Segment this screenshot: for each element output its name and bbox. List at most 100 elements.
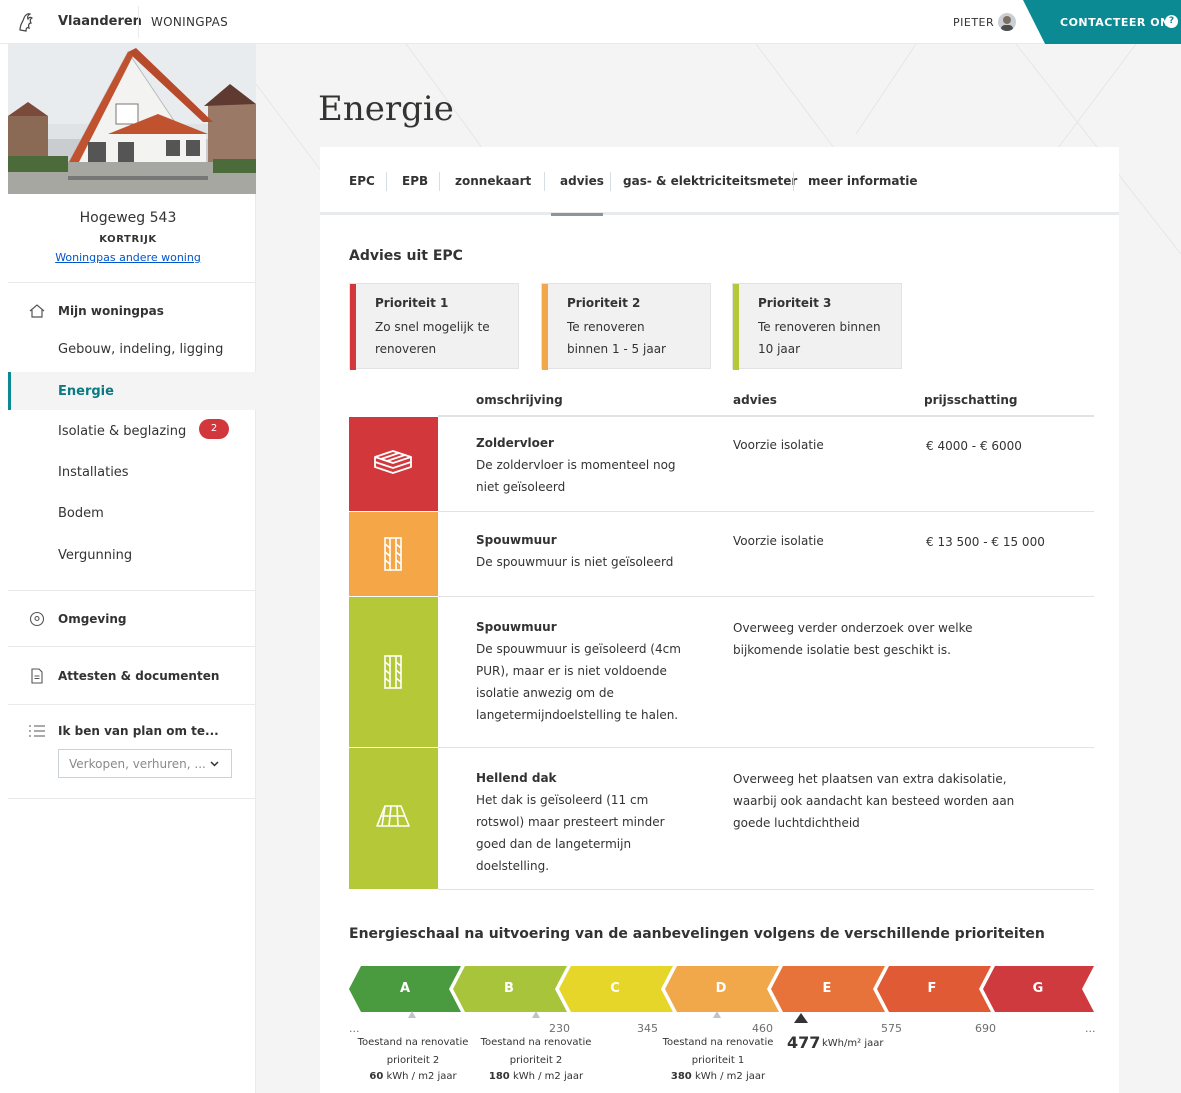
renovation-label: Toestand na renovatie prioriteit 2 — [480, 1037, 592, 1066]
sidebar-item-installations[interactable]: Installaties — [58, 465, 129, 480]
list-icon — [29, 725, 45, 737]
pitched-roof-icon — [376, 805, 410, 827]
nav-surroundings-label: Omgeving — [58, 612, 127, 626]
row-2-desc: De spouwmuur is niet geïsoleerd — [476, 555, 674, 569]
sidebar: Hogeweg 543 KORTRIJK Woningpas andere wo… — [0, 44, 256, 1093]
tab-advice[interactable]: advies — [560, 174, 604, 188]
cavity-wall-icon — [384, 655, 402, 689]
contact-button[interactable]: CONTACTEER ONS ? — [1023, 0, 1181, 44]
energy-class-b: B — [504, 981, 514, 996]
document-icon — [31, 668, 43, 684]
cavity-wall-icon — [384, 537, 402, 571]
renovation-value: 180 kWh / m2 jaar — [488, 1071, 584, 1082]
energy-card: EPC EPB zonnekaart advies gas- & elektri… — [320, 147, 1119, 1093]
plans-select[interactable]: Verkopen, verhuren, ... — [58, 749, 232, 778]
brand-name[interactable]: Vlaanderen — [58, 14, 142, 29]
renovation-marker — [532, 1011, 540, 1018]
row-2-title: Spouwmuur — [476, 533, 557, 547]
chevron-down-icon — [210, 761, 219, 767]
tab-divider — [544, 172, 545, 191]
table-row-color-bar — [349, 512, 438, 596]
tab-solar-map[interactable]: zonnekaart — [455, 174, 531, 188]
home-icon — [29, 304, 45, 318]
nav-documents[interactable]: Attesten & documenten — [28, 667, 219, 685]
priority-1-title: Prioriteit 1 — [375, 296, 449, 310]
house-photo — [8, 44, 256, 194]
contact-label: CONTACTEER ONS — [1060, 16, 1179, 29]
priority-3-title: Prioriteit 3 — [758, 296, 832, 310]
nav-home-label: Mijn woningpas — [58, 304, 164, 318]
row-2-price: € 13 500 - € 15 000 — [926, 535, 1045, 549]
row-divider — [438, 747, 1094, 748]
tab-epc[interactable]: EPC — [349, 174, 375, 188]
row-1-title: Zoldervloer — [476, 436, 554, 450]
row-4-title: Hellend dak — [476, 771, 557, 785]
tab-epb[interactable]: EPB — [402, 174, 428, 188]
avatar[interactable] — [998, 13, 1016, 31]
app-name[interactable]: WONINGPAS — [151, 15, 228, 29]
priority-2-bar — [542, 284, 548, 370]
energy-scale-title: Energieschaal na uitvoering van de aanbe… — [349, 926, 1045, 942]
address-city: KORTRIJK — [99, 234, 157, 245]
advice-section-title: Advies uit EPC — [349, 248, 463, 264]
row-1-price: € 4000 - € 6000 — [926, 439, 1022, 453]
user-avatar-icon — [1001, 16, 1013, 31]
priority-2-desc: Te renoveren binnen 1 - 5 jaar — [567, 320, 666, 356]
priority-2-card: Prioriteit 2 Te renoveren binnen 1 - 5 j… — [541, 283, 711, 370]
scale-tick: 345 — [637, 1022, 658, 1035]
tab-divider — [439, 172, 440, 191]
row-3-desc: De spouwmuur is geïsoleerd (4cm PUR), ma… — [476, 642, 681, 722]
priority-3-card: Prioriteit 3 Te renoveren binnen 10 jaar — [732, 283, 902, 370]
divider — [8, 646, 256, 647]
nav-home[interactable]: Mijn woningpas — [28, 302, 164, 320]
floor-insulation-icon — [374, 450, 412, 474]
nav-documents-label: Attesten & documenten — [58, 669, 220, 683]
tab-more-info[interactable]: meer informatie — [808, 174, 918, 188]
renovation-label: Toestand na renovatie prioriteit 2 — [357, 1037, 469, 1066]
table-row-color-bar — [349, 417, 438, 511]
top-bar: Vlaanderen WONINGPAS PIETER CONTACTEER O… — [0, 0, 1181, 44]
table-row-color-bar — [349, 597, 438, 747]
current-value-marker — [794, 1013, 808, 1023]
renovation-value: 380 kWh / m2 jaar — [670, 1071, 766, 1082]
help-icon: ? — [1165, 15, 1178, 28]
user-name[interactable]: PIETER — [953, 16, 994, 29]
nav-plans-label: Ik ben van plan om te... — [58, 724, 219, 738]
priority-3-desc: Te renoveren binnen 10 jaar — [758, 320, 881, 356]
energy-class-a: A — [399, 981, 411, 996]
sidebar-item-soil[interactable]: Bodem — [58, 506, 104, 521]
row-divider — [438, 596, 1094, 597]
current-energy-unit: kWh/m² jaar — [822, 1038, 884, 1049]
row-divider — [438, 511, 1094, 512]
energy-class-g: G — [1032, 981, 1044, 996]
table-row-color-bar — [349, 748, 438, 889]
tab-bar: EPC EPB zonnekaart advies gas- & elektri… — [320, 147, 1119, 215]
scale-tick: ... — [1085, 1022, 1096, 1035]
tab-divider — [386, 172, 387, 191]
divider — [8, 798, 256, 799]
plans-select-value: Verkopen, verhuren, ... — [69, 757, 206, 771]
tab-divider — [610, 172, 611, 191]
tab-meters[interactable]: gas- & elektriciteitsmeter — [623, 174, 797, 188]
column-price: prijsschatting — [924, 393, 1018, 407]
energy-class-c: C — [610, 981, 620, 996]
location-pin-icon — [29, 611, 45, 627]
house-illustration — [8, 44, 256, 194]
current-energy-value: 477 — [787, 1033, 821, 1052]
row-1-desc: De zoldervloer is momenteel nog niet geï… — [476, 458, 676, 494]
sidebar-item-permit[interactable]: Vergunning — [58, 548, 132, 563]
installations-badge: 2 — [199, 419, 229, 439]
row-divider — [438, 889, 1094, 890]
flemish-lion-logo-icon[interactable] — [14, 10, 38, 34]
divider — [8, 590, 256, 591]
sidebar-item-energy[interactable]: Energie — [8, 372, 256, 410]
other-home-link[interactable]: Woningpas andere woning — [0, 251, 256, 264]
row-4-desc: Het dak is geïsoleerd (11 cm rotswol) ma… — [476, 793, 665, 873]
sidebar-item-building[interactable]: Gebouw, indeling, ligging — [58, 342, 223, 357]
nav-surroundings[interactable]: Omgeving — [28, 610, 127, 628]
priority-2-title: Prioriteit 2 — [567, 296, 641, 310]
sidebar-item-insulation[interactable]: Isolatie & beglazing — [58, 424, 186, 439]
priority-1-card: Prioriteit 1 Zo snel mogelijk te renover… — [349, 283, 519, 370]
tab-divider — [793, 172, 794, 191]
renovation-marker — [408, 1011, 416, 1018]
